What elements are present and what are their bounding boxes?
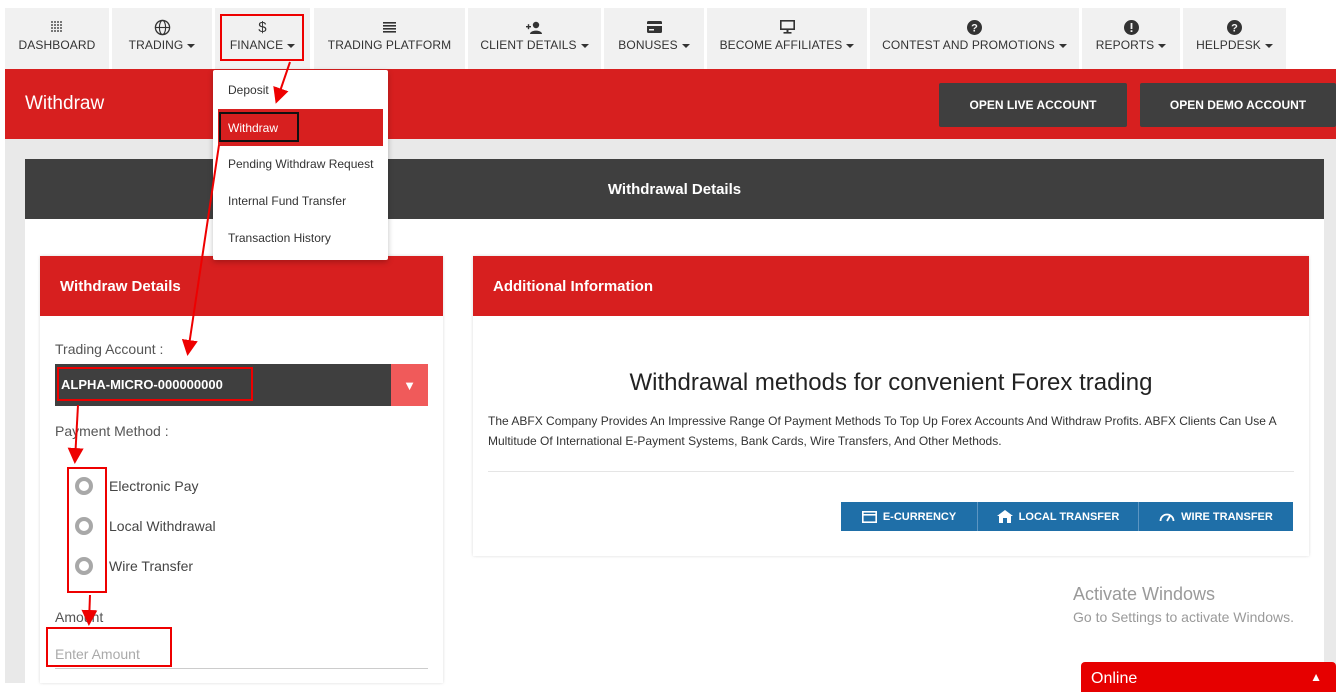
payment-option-wire-transfer[interactable]: Wire Transfer: [75, 557, 193, 575]
chevron-down-icon: [681, 43, 690, 48]
chevron-down-icon: [846, 43, 855, 48]
nav-trading[interactable]: TRADING: [112, 8, 212, 69]
user-plus-icon: [526, 18, 543, 36]
nav-dashboard[interactable]: DASHBOARD: [5, 8, 109, 69]
svg-text:?: ?: [971, 22, 978, 34]
chevron-down-icon: [287, 43, 296, 48]
chevron-down-icon: [580, 43, 589, 48]
list-icon: [383, 18, 396, 36]
speedometer-icon: [1159, 511, 1175, 522]
payment-option-local-withdrawal[interactable]: Local Withdrawal: [75, 517, 216, 535]
local-transfer-button[interactable]: LOCAL TRANSFER: [978, 502, 1139, 531]
monitor-icon: [779, 18, 795, 36]
additional-information-title: Additional Information: [473, 256, 1309, 316]
method-label: LOCAL TRANSFER: [1018, 510, 1120, 523]
open-live-account-button[interactable]: OPEN LIVE ACCOUNT: [939, 83, 1127, 127]
amount-label: Amount: [55, 609, 104, 625]
nav-label: TRADING PLATFORM: [327, 38, 452, 52]
trading-account-select[interactable]: ALPHA-MICRO-000000000 ▼: [55, 364, 428, 406]
method-button-group: E-CURRENCY LOCAL TRANSFER WIRE TRANSFER: [841, 502, 1293, 531]
menu-item-internal-fund-transfer[interactable]: Internal Fund Transfer: [213, 182, 388, 219]
chevron-down-icon: [1158, 43, 1167, 48]
online-chat-label: Online: [1091, 670, 1138, 687]
nav-client-details[interactable]: CLIENT DETAILS: [468, 8, 601, 69]
payment-method-label: Payment Method :: [55, 423, 169, 439]
activate-windows-subtitle: Go to Settings to activate Windows.: [1073, 609, 1294, 625]
divider: [488, 471, 1294, 472]
withdraw-details-panel: Withdraw Details Trading Account : ALPHA…: [40, 256, 443, 683]
nav-label: CLIENT DETAILS: [480, 38, 577, 52]
radio-label: Electronic Pay: [109, 478, 199, 494]
info-heading: Withdrawal methods for convenient Forex …: [629, 369, 1153, 396]
nav-reports[interactable]: REPORTS: [1082, 8, 1180, 69]
question-icon: ?: [1227, 18, 1242, 36]
radio-button[interactable]: [75, 517, 93, 535]
activate-windows-title: Activate Windows: [1073, 584, 1216, 604]
caret-down-icon[interactable]: ▼: [391, 364, 428, 406]
page-header: Withdraw OPEN LIVE ACCOUNT OPEN DEMO ACC…: [5, 69, 1336, 139]
radio-button[interactable]: [75, 557, 93, 575]
payment-option-electronic-pay[interactable]: Electronic Pay: [75, 477, 198, 495]
chevron-down-icon: [1264, 43, 1273, 48]
dollar-icon: $: [258, 18, 267, 36]
menu-item-deposit[interactable]: Deposit: [213, 71, 388, 108]
chevron-down-icon: [187, 43, 196, 48]
nav-contest-promotions[interactable]: ? CONTEST AND PROMOTIONS: [870, 8, 1079, 69]
nav-label: CONTEST AND PROMOTIONS: [882, 38, 1055, 52]
nav-label: TRADING: [128, 38, 184, 52]
wallet-icon: [861, 510, 877, 523]
info-description: The ABFX Company Provides An Impressive …: [488, 414, 1276, 448]
nav-label: FINANCE: [229, 38, 284, 52]
top-navigation: DASHBOARD TRADING $ FINANCE TRADING PLAT…: [0, 0, 1336, 69]
nav-trading-platform[interactable]: TRADING PLATFORM: [314, 8, 465, 69]
nav-label: DASHBOARD: [18, 38, 96, 52]
online-chat-tab[interactable]: Online ▲: [1081, 662, 1336, 692]
trading-account-label: Trading Account :: [55, 341, 164, 357]
home-icon: [996, 510, 1013, 523]
e-currency-button[interactable]: E-CURRENCY: [841, 502, 978, 531]
question-icon: ?: [967, 18, 982, 36]
nav-label: BONUSES: [618, 38, 678, 52]
radio-label: Wire Transfer: [109, 558, 194, 574]
nav-label: HELPDESK: [1196, 38, 1261, 52]
alert-icon: [1123, 18, 1139, 36]
nav-label: REPORTS: [1095, 38, 1155, 52]
chevron-down-icon: [1058, 43, 1067, 48]
globe-icon: [154, 18, 171, 36]
dashboard-grid-icon: [51, 18, 63, 36]
nav-helpdesk[interactable]: ? HELPDESK: [1183, 8, 1286, 69]
menu-item-transaction-history[interactable]: Transaction History: [213, 219, 388, 256]
menu-item-withdraw[interactable]: Withdraw: [218, 109, 383, 146]
amount-input[interactable]: [55, 640, 428, 669]
finance-dropdown-menu: Deposit Withdraw Pending Withdraw Reques…: [213, 70, 388, 260]
additional-information-panel: Additional Information Withdrawal method…: [473, 256, 1309, 556]
nav-finance[interactable]: $ FINANCE: [215, 8, 310, 69]
nav-become-affiliates[interactable]: BECOME AFFILIATES: [707, 8, 867, 69]
menu-item-pending-withdraw-request[interactable]: Pending Withdraw Request: [213, 145, 388, 182]
svg-text:?: ?: [1231, 22, 1238, 34]
chevron-up-icon[interactable]: ▲: [1310, 670, 1322, 684]
nav-bonuses[interactable]: BONUSES: [604, 8, 704, 69]
method-label: E-CURRENCY: [882, 510, 957, 523]
card-icon: [646, 18, 662, 36]
page-title: Withdraw: [25, 93, 105, 114]
wire-transfer-button[interactable]: WIRE TRANSFER: [1139, 502, 1293, 531]
method-label: WIRE TRANSFER: [1181, 510, 1273, 523]
withdraw-details-title: Withdraw Details: [40, 256, 443, 316]
radio-label: Local Withdrawal: [109, 518, 216, 534]
radio-button[interactable]: [75, 477, 93, 495]
open-demo-account-button[interactable]: OPEN DEMO ACCOUNT: [1140, 83, 1336, 127]
trading-account-value: ALPHA-MICRO-000000000: [61, 377, 223, 392]
nav-label: BECOME AFFILIATES: [719, 38, 843, 52]
